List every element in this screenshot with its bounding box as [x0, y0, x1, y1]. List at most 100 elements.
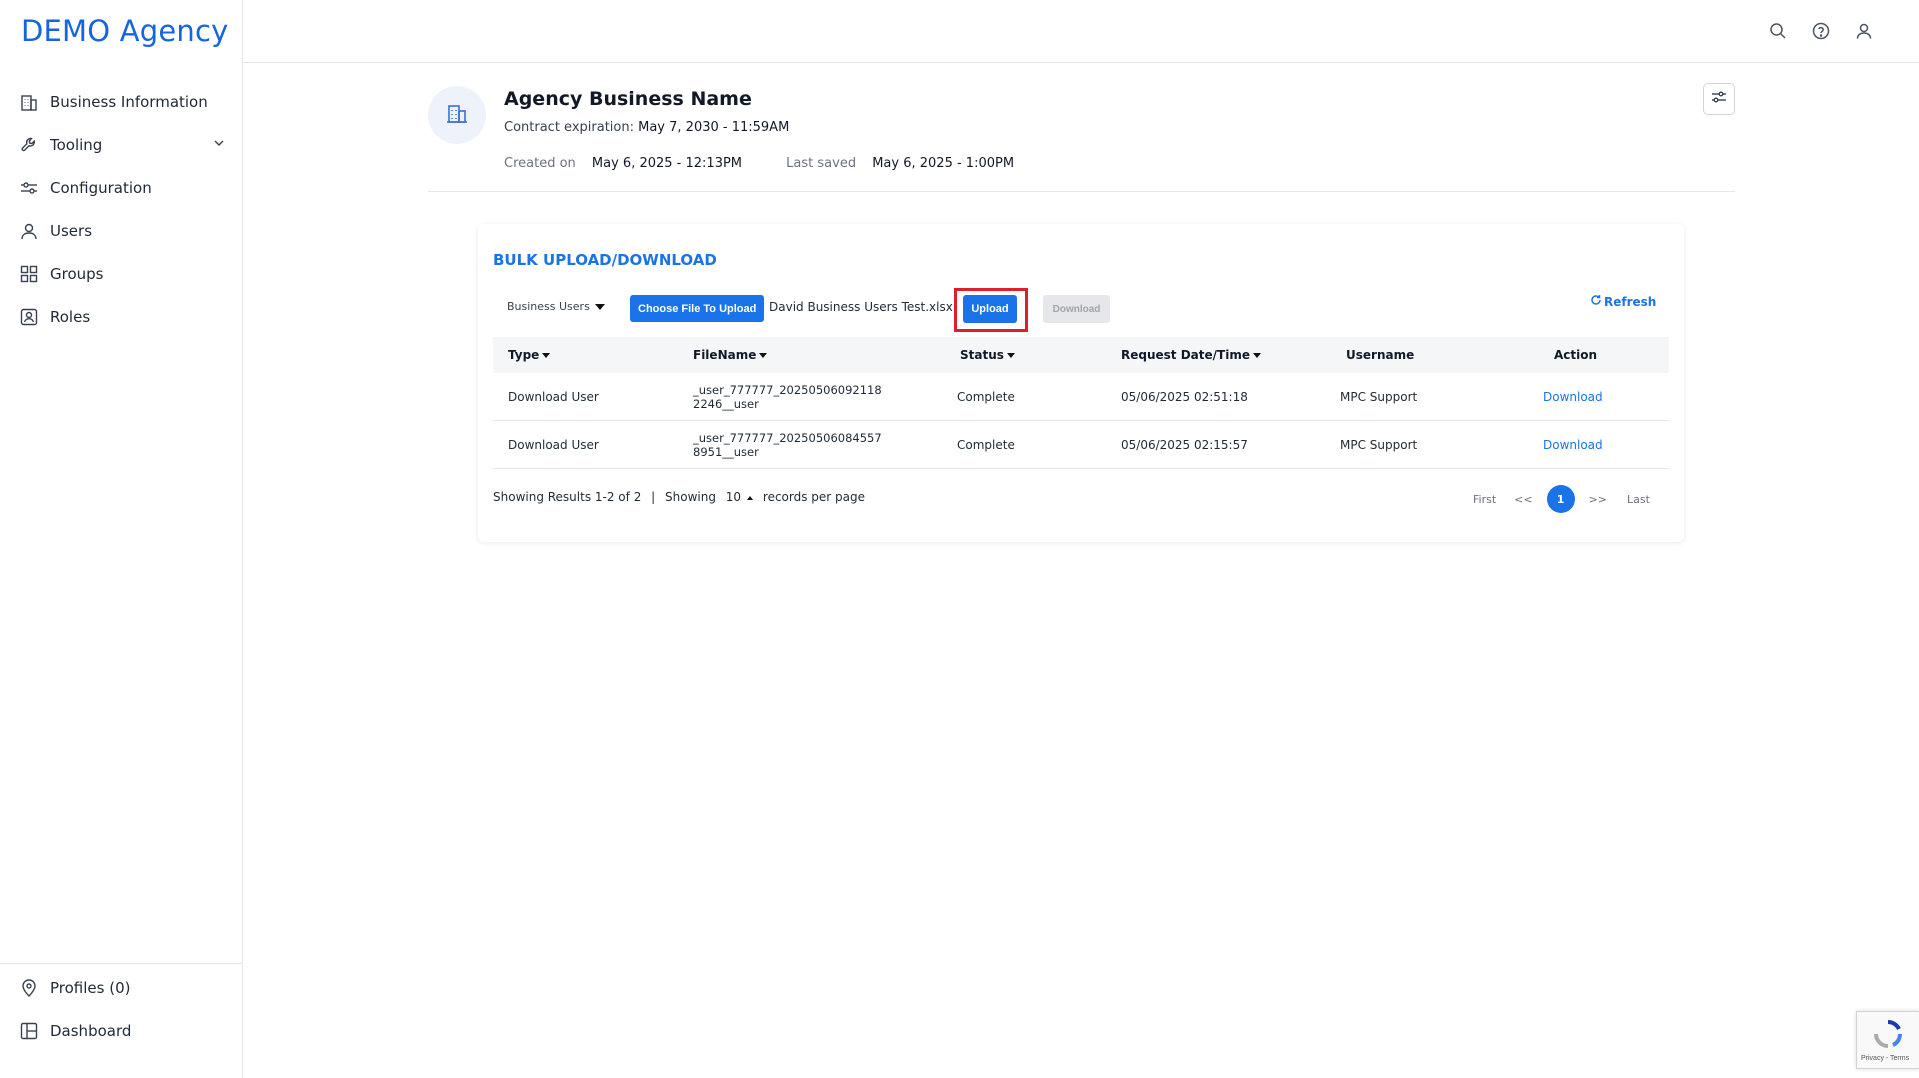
- type-select[interactable]: Business Users: [507, 300, 605, 313]
- row-filename-line1: _user_777777_20250506084557: [693, 430, 882, 445]
- col-status-label: Status: [960, 348, 1004, 362]
- created-value: May 6, 2025 - 12:13PM: [591, 156, 743, 171]
- sort-icon: [759, 353, 768, 358]
- col-type[interactable]: Type: [508, 348, 551, 362]
- sidebar-item-label: Users: [50, 221, 93, 240]
- wrench-icon: [19, 135, 39, 155]
- sliders-icon: [19, 178, 39, 198]
- sort-icon: [1252, 353, 1261, 358]
- per-page-value: 10: [725, 490, 742, 504]
- row-date: 05/06/2025 02:15:57: [1121, 437, 1248, 452]
- sidebar-item-label: Business Information: [50, 92, 208, 111]
- filter-settings-button[interactable]: [1703, 83, 1735, 115]
- showing-results: Showing Results 1-2 of 2: [493, 490, 642, 504]
- sort-icon: [542, 353, 551, 358]
- sidebar-item-dashboard[interactable]: Dashboard: [0, 1009, 242, 1052]
- table-header: Type FileName Status Request Date/Time U…: [493, 337, 1669, 373]
- choose-file-button[interactable]: Choose File To Upload: [630, 295, 765, 322]
- row-username: MPC Support: [1340, 389, 1418, 404]
- sidebar-item-label: Dashboard: [50, 1021, 132, 1040]
- help-icon[interactable]: [1811, 21, 1831, 41]
- sidebar-nav: Business Information Tooling Configurati…: [0, 80, 242, 338]
- bulk-upload-card: BULK UPLOAD/DOWNLOAD Business Users Choo…: [478, 224, 1684, 542]
- row-filename-line2: 2246__user: [693, 396, 759, 411]
- upload-button[interactable]: Upload: [963, 295, 1017, 323]
- col-type-label: Type: [508, 348, 540, 362]
- row-download-link[interactable]: Download: [1543, 390, 1603, 404]
- caret-up-icon: [747, 495, 754, 500]
- caret-down-icon: [594, 303, 605, 310]
- pager-next[interactable]: >>: [1589, 493, 1607, 506]
- type-select-value: Business Users: [507, 300, 590, 313]
- sidebar-item-label: Groups: [50, 264, 104, 283]
- table-row: Download User _user_777777_2025050608455…: [493, 421, 1669, 469]
- sidebar-item-tooling[interactable]: Tooling: [0, 123, 242, 166]
- col-action: Action: [1554, 348, 1598, 362]
- row-filename-line2: 8951__user: [693, 444, 759, 459]
- row-filename: _user_777777_20250506084557 8951__user: [693, 431, 882, 459]
- row-type: Download User: [508, 389, 599, 404]
- selected-file-name: David Business Users Test.xlsx: [769, 300, 953, 314]
- col-username: Username: [1346, 348, 1415, 362]
- row-type: Download User: [508, 437, 599, 452]
- results-summary: Showing Results 1-2 of 2 | Showing 10 re…: [493, 490, 865, 504]
- download-button: Download: [1043, 295, 1110, 323]
- sidebar-item-configuration[interactable]: Configuration: [0, 166, 242, 209]
- sidebar-bottom: Profiles (0) Dashboard: [0, 963, 242, 1052]
- col-request-date[interactable]: Request Date/Time: [1121, 348, 1261, 362]
- sliders-icon: [1710, 88, 1728, 111]
- search-icon[interactable]: [1768, 21, 1788, 41]
- row-filename: _user_777777_20250506092118 2246__user: [693, 383, 882, 411]
- saved-label: Last saved: [786, 156, 857, 171]
- pagination: First << 1 >> Last: [1473, 484, 1650, 514]
- pager-first[interactable]: First: [1473, 493, 1496, 506]
- row-filename-line1: _user_777777_20250506092118: [693, 382, 882, 397]
- sidebar-item-groups[interactable]: Groups: [0, 252, 242, 295]
- user-icon[interactable]: [1854, 21, 1874, 41]
- separator: |: [651, 490, 656, 504]
- pager-last[interactable]: Last: [1627, 493, 1650, 506]
- contract-label: Contract expiration:: [504, 120, 634, 135]
- refresh-icon: [1590, 294, 1602, 309]
- chevron-down-icon[interactable]: [212, 136, 226, 155]
- contract-value: May 7, 2030 - 11:59AM: [638, 120, 790, 135]
- recaptcha-badge[interactable]: Privacy - Terms: [1856, 1011, 1919, 1069]
- pager-current-page[interactable]: 1: [1546, 485, 1575, 513]
- created-label: Created on: [504, 156, 576, 171]
- grid-icon: [19, 264, 39, 284]
- id-badge-icon: [19, 307, 39, 327]
- pager-prev[interactable]: <<: [1514, 493, 1532, 506]
- location-pin-icon: [19, 978, 39, 998]
- top-bar: [243, 0, 1919, 63]
- sidebar-item-business-information[interactable]: Business Information: [0, 80, 242, 123]
- sort-icon: [1006, 353, 1015, 358]
- divider: [428, 191, 1735, 192]
- row-username: MPC Support: [1340, 437, 1418, 452]
- row-download-link[interactable]: Download: [1543, 438, 1603, 452]
- agency-avatar: [428, 86, 486, 144]
- recaptcha-text: Privacy - Terms: [1861, 1055, 1910, 1062]
- brand-logo[interactable]: DEMO Agency: [21, 14, 229, 48]
- sidebar-item-label: Tooling: [50, 135, 103, 154]
- sidebar-item-users[interactable]: Users: [0, 209, 242, 252]
- sidebar-item-profiles[interactable]: Profiles (0): [0, 966, 242, 1009]
- col-status[interactable]: Status: [960, 348, 1015, 362]
- building-icon: [19, 92, 39, 112]
- top-icons: [1768, 21, 1874, 41]
- sidebar-item-roles[interactable]: Roles: [0, 295, 242, 338]
- refresh-label: Refresh: [1604, 294, 1657, 309]
- col-filename[interactable]: FileName: [693, 348, 768, 362]
- card-title: BULK UPLOAD/DOWNLOAD: [493, 251, 717, 269]
- sidebar: DEMO Agency Business Information Tooling…: [0, 0, 243, 1078]
- per-page-select[interactable]: 10: [726, 490, 759, 504]
- user-icon: [19, 221, 39, 241]
- refresh-button[interactable]: Refresh: [1590, 294, 1656, 309]
- row-status: Complete: [957, 389, 1015, 404]
- saved-value: May 6, 2025 - 1:00PM: [872, 156, 1015, 171]
- sidebar-item-label: Roles: [50, 307, 91, 326]
- sidebar-item-label: Configuration: [50, 178, 152, 197]
- sidebar-item-label: Profiles (0): [50, 978, 131, 997]
- col-filename-label: FileName: [693, 348, 757, 362]
- table-row: Download User _user_777777_2025050609211…: [493, 373, 1669, 421]
- dashboard-icon: [19, 1021, 39, 1041]
